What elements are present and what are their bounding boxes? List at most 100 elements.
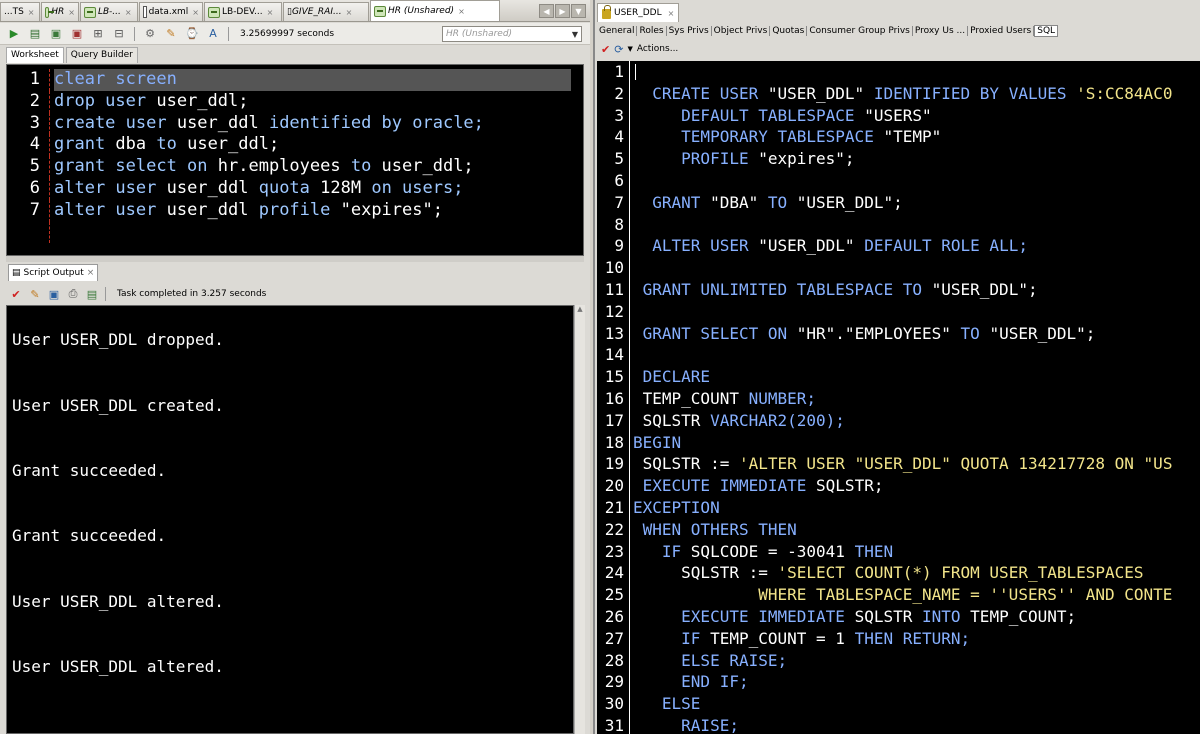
pane-splitter[interactable]: [6, 256, 584, 262]
close-icon[interactable]: ×: [87, 268, 95, 278]
document-tab[interactable]: ...TS ×: [0, 2, 40, 21]
code-token: PROFILE: [633, 149, 759, 169]
close-icon[interactable]: ×: [192, 8, 199, 17]
code-token: SQLSTR: [854, 606, 922, 626]
code-token: "TEMP": [883, 127, 942, 147]
subtab-proxy-us[interactable]: Proxy Us ...: [913, 25, 969, 36]
tab-script-output[interactable]: ▤ Script Output ×: [8, 264, 99, 281]
run-script-icon[interactable]: ▤: [27, 26, 43, 42]
code-line: 6: [597, 169, 1200, 192]
code-text: WHERE TABLESPACE_NAME = ''USERS'' AND CO…: [633, 584, 1172, 606]
sql-tuning-icon[interactable]: ⚙: [142, 26, 158, 42]
code-token: GRANT UNLIMITED TABLESPACE TO: [633, 279, 932, 299]
code-token: "USER_DDL";: [796, 192, 903, 212]
code-token: user_ddl;: [187, 134, 280, 155]
subtab-quotas[interactable]: Quotas: [770, 25, 808, 36]
line-number: 27: [597, 627, 626, 650]
chevron-right-icon[interactable]: ▶: [555, 4, 570, 18]
line-number: 15: [597, 366, 626, 388]
explain-plan-icon[interactable]: ⊞: [90, 26, 106, 42]
print-icon[interactable]: ⎙: [65, 286, 81, 302]
line-number: 13: [597, 322, 626, 345]
gutter-divider: [629, 300, 630, 323]
code-line: 8: [597, 213, 1200, 236]
run-statement-icon[interactable]: ▶: [6, 26, 22, 42]
tab-query-builder[interactable]: Query Builder: [65, 47, 138, 63]
document-tab[interactable]: LB-... ×: [80, 2, 138, 21]
chevron-down-icon[interactable]: ▼: [571, 4, 586, 18]
close-icon[interactable]: ×: [28, 8, 35, 17]
line-number: 31: [597, 714, 626, 734]
code-token: INTO: [922, 606, 971, 626]
close-icon[interactable]: ×: [346, 8, 353, 17]
code-token: oracle;: [412, 112, 484, 133]
gutter-divider: [49, 177, 50, 200]
tab-user-ddl[interactable]: USER_DDL ×: [597, 3, 680, 22]
scroll-up-icon[interactable]: ▲: [575, 305, 585, 316]
tab-worksheet[interactable]: Worksheet: [6, 47, 64, 63]
line-number: 4: [29, 134, 40, 155]
line-number: 25: [597, 584, 626, 606]
autotrace-icon[interactable]: ⊟: [111, 26, 127, 42]
pin-icon[interactable]: ✔: [601, 43, 610, 56]
code-line: 20 EXECUTE IMMEDIATE SQLSTR;: [597, 475, 1200, 497]
code-line: 10: [597, 257, 1200, 279]
code-text: EXECUTE IMMEDIATE SQLSTR INTO TEMP_COUNT…: [633, 606, 1076, 628]
history-icon[interactable]: ⌚: [184, 26, 200, 42]
close-icon[interactable]: ×: [458, 7, 465, 16]
save-icon[interactable]: ▣: [46, 286, 62, 302]
close-icon[interactable]: ×: [267, 8, 274, 17]
sql-editor[interactable]: 1 clear screen 2 drop user user_ddl; 3 create…: [6, 64, 584, 256]
connection-selector[interactable]: HR (Unshared) ▼: [442, 26, 582, 42]
document-tab[interactable]: data.xml ×: [139, 2, 203, 21]
gutter-divider: [629, 344, 630, 367]
document-tab[interactable]: ▯ GIVE_RAI... ×: [283, 2, 369, 21]
code-token: WHERE TABLESPACE_NAME = ''USERS'' AND CO…: [633, 585, 1173, 605]
subtab-sys-privs[interactable]: Sys Privs: [667, 25, 712, 36]
line-number: 17: [597, 409, 626, 432]
output-tabs: ▤ Script Output ×: [8, 264, 99, 281]
close-icon[interactable]: ×: [668, 9, 675, 18]
subtab-general[interactable]: General: [597, 25, 638, 36]
database-icon: [45, 6, 55, 18]
execution-time: 3.25699997 seconds: [240, 28, 335, 39]
chevron-left-icon[interactable]: ◀: [539, 4, 554, 18]
gutter-divider: [49, 199, 50, 222]
close-icon[interactable]: ×: [68, 8, 75, 17]
rollback-icon[interactable]: ▣: [69, 26, 85, 42]
output-scrollbar[interactable]: ▲: [574, 305, 585, 734]
subtab-consumer-group-privs[interactable]: Consumer Group Privs: [807, 25, 913, 36]
refresh-icon[interactable]: ⟳: [614, 43, 623, 56]
line-number: 28: [597, 649, 626, 672]
gutter-divider: [629, 584, 630, 606]
output-line: Grant succeeded.: [12, 526, 167, 545]
ddl-code-view[interactable]: 12 CREATE USER "USER_DDL" IDENTIFIED BY …: [597, 61, 1200, 734]
user-toolbar: ✔ ⟳ ▼ Actions...: [601, 41, 678, 57]
commit-icon[interactable]: ▣: [48, 26, 64, 42]
clear-icon[interactable]: ✎: [163, 26, 179, 42]
eraser-icon[interactable]: ✎: [27, 286, 43, 302]
document-tab[interactable]: HR ×: [41, 2, 79, 21]
gutter-divider: [629, 148, 630, 170]
code-token: "USER_DDL";: [989, 323, 1096, 343]
editor-line: 1 clear screen: [7, 69, 583, 91]
line-number: 3: [29, 112, 40, 133]
code-line: 11 GRANT UNLIMITED TABLESPACE TO "USER_D…: [597, 278, 1200, 301]
pin-icon[interactable]: ✔: [8, 286, 24, 302]
subtab-proxied-users[interactable]: Proxied Users: [968, 25, 1035, 36]
line-number: 20: [597, 475, 626, 497]
line-number: 6: [597, 169, 626, 192]
actions-menu[interactable]: Actions...: [637, 44, 678, 54]
subtab-object-privs[interactable]: Object Privs: [712, 25, 771, 36]
close-icon[interactable]: ×: [125, 8, 132, 17]
format-icon[interactable]: A: [205, 26, 221, 42]
export-icon[interactable]: ▤: [84, 286, 100, 302]
output-line: User USER_DDL dropped.: [12, 330, 224, 349]
code-token: grant select on: [54, 156, 218, 177]
document-tab[interactable]: LB-DEV... ×: [204, 2, 282, 21]
subtab-roles[interactable]: Roles: [637, 25, 667, 36]
subtab-sql[interactable]: SQL: [1034, 24, 1059, 37]
code-token: 'S:CC84AC0: [1076, 83, 1173, 103]
document-tab[interactable]: HR (Unshared) ×: [370, 0, 500, 21]
line-number: 18: [597, 431, 626, 454]
